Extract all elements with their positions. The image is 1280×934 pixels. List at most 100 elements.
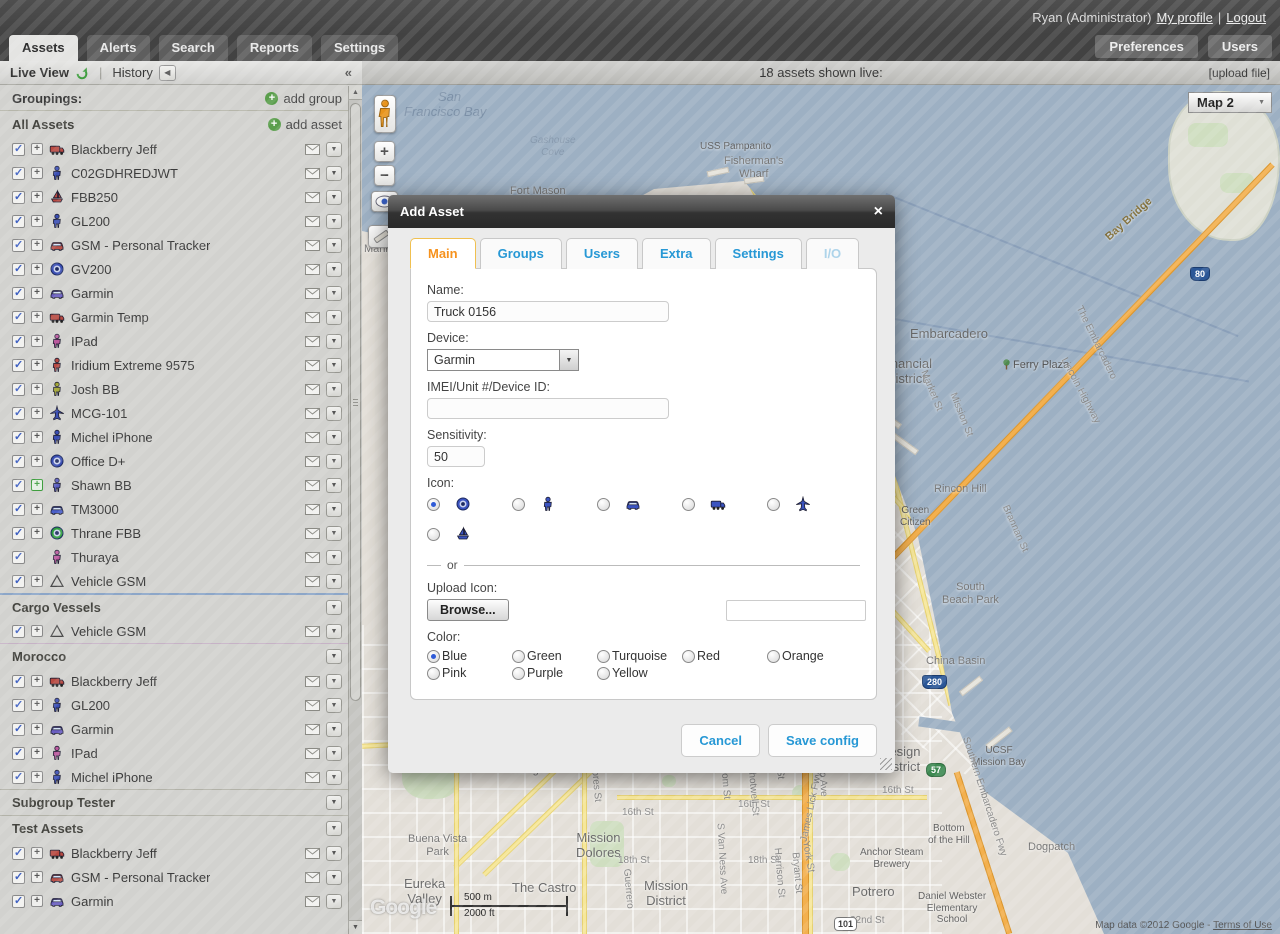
imei-field[interactable] xyxy=(427,398,669,419)
asset-checkbox[interactable] xyxy=(12,431,25,444)
asset-name[interactable]: Garmin Temp xyxy=(71,310,149,325)
asset-checkbox[interactable] xyxy=(12,479,25,492)
asset-name[interactable]: Vehicle GSM xyxy=(71,574,146,589)
asset-name[interactable]: Iridium Extreme 9575 xyxy=(71,358,195,373)
mail-icon[interactable] xyxy=(305,192,320,203)
asset-checkbox[interactable] xyxy=(12,455,25,468)
asset-checkbox[interactable] xyxy=(12,551,25,564)
color-radio-turquoise[interactable] xyxy=(597,650,610,663)
nav-tab-assets[interactable]: Assets xyxy=(9,35,78,61)
mail-icon[interactable] xyxy=(305,240,320,251)
expand-asset-button[interactable]: + xyxy=(31,575,43,587)
sidebar-collapse-button[interactable]: « xyxy=(341,65,356,80)
expand-asset-button[interactable]: + xyxy=(31,359,43,371)
expand-asset-button[interactable]: + xyxy=(31,625,43,637)
mail-icon[interactable] xyxy=(305,848,320,859)
expand-asset-button[interactable]: + xyxy=(31,335,43,347)
asset-checkbox[interactable] xyxy=(12,311,25,324)
asset-name[interactable]: Office D+ xyxy=(71,454,125,469)
mail-icon[interactable] xyxy=(305,724,320,735)
color-radio-green[interactable] xyxy=(512,650,525,663)
upload-icon-field[interactable] xyxy=(726,600,866,621)
icon-radio-person[interactable] xyxy=(512,498,525,511)
expand-asset-button[interactable]: + xyxy=(31,287,43,299)
mail-icon[interactable] xyxy=(305,336,320,347)
mail-icon[interactable] xyxy=(305,312,320,323)
expand-asset-button[interactable]: + xyxy=(31,527,43,539)
asset-checkbox[interactable] xyxy=(12,575,25,588)
icon-radio-plane[interactable] xyxy=(767,498,780,511)
asset-name[interactable]: Garmin xyxy=(71,894,114,909)
nav-tab-reports[interactable]: Reports xyxy=(237,35,312,61)
asset-dropdown-button[interactable]: ▼ xyxy=(326,358,342,373)
sidebar-scrollbar[interactable]: ▲ ▼ xyxy=(348,86,362,934)
asset-checkbox[interactable] xyxy=(12,215,25,228)
asset-dropdown-button[interactable]: ▼ xyxy=(326,430,342,445)
mail-icon[interactable] xyxy=(305,288,320,299)
asset-checkbox[interactable] xyxy=(12,359,25,372)
expand-asset-button[interactable]: + xyxy=(31,383,43,395)
add-group-link[interactable]: + add group xyxy=(265,91,342,106)
asset-dropdown-button[interactable]: ▼ xyxy=(326,846,342,861)
scroll-down-arrow[interactable]: ▼ xyxy=(349,920,362,934)
expand-asset-button[interactable]: + xyxy=(31,167,43,179)
mail-icon[interactable] xyxy=(305,144,320,155)
asset-checkbox[interactable] xyxy=(12,503,25,516)
asset-checkbox[interactable] xyxy=(12,699,25,712)
asset-dropdown-button[interactable]: ▼ xyxy=(326,142,342,157)
asset-checkbox[interactable] xyxy=(12,239,25,252)
asset-dropdown-button[interactable]: ▼ xyxy=(326,574,342,589)
dialog-resize-handle[interactable] xyxy=(880,758,892,770)
expand-asset-button[interactable]: + xyxy=(31,431,43,443)
asset-dropdown-button[interactable]: ▼ xyxy=(326,526,342,541)
asset-checkbox[interactable] xyxy=(12,287,25,300)
asset-name[interactable]: C02GDHREDJWT xyxy=(71,166,178,181)
asset-dropdown-button[interactable]: ▼ xyxy=(326,382,342,397)
asset-name[interactable]: Michel iPhone xyxy=(71,770,153,785)
asset-checkbox[interactable] xyxy=(12,191,25,204)
asset-dropdown-button[interactable]: ▼ xyxy=(326,478,342,493)
sensitivity-field[interactable] xyxy=(427,446,485,467)
mail-icon[interactable] xyxy=(305,748,320,759)
asset-name[interactable]: IPad xyxy=(71,746,98,761)
asset-dropdown-button[interactable]: ▼ xyxy=(326,502,342,517)
mail-icon[interactable] xyxy=(305,896,320,907)
expand-asset-button[interactable]: + xyxy=(31,215,43,227)
icon-radio-circle[interactable] xyxy=(427,498,440,511)
asset-checkbox[interactable] xyxy=(12,167,25,180)
mail-icon[interactable] xyxy=(305,168,320,179)
asset-dropdown-button[interactable]: ▼ xyxy=(326,870,342,885)
group-dropdown-button[interactable]: ▼ xyxy=(326,649,342,664)
tab-groups[interactable]: Groups xyxy=(480,238,562,269)
asset-dropdown-button[interactable]: ▼ xyxy=(326,238,342,253)
asset-dropdown-button[interactable]: ▼ xyxy=(326,214,342,229)
asset-dropdown-button[interactable]: ▼ xyxy=(326,894,342,909)
scroll-thumb[interactable] xyxy=(350,103,361,701)
asset-checkbox[interactable] xyxy=(12,895,25,908)
asset-checkbox[interactable] xyxy=(12,383,25,396)
street-view-pegman[interactable] xyxy=(374,95,396,133)
asset-name[interactable]: IPad xyxy=(71,334,98,349)
expand-asset-button[interactable]: + xyxy=(31,239,43,251)
map-type-selector[interactable]: Map 2▼ xyxy=(1188,92,1272,113)
tab-extra[interactable]: Extra xyxy=(642,238,711,269)
asset-name[interactable]: GSM - Personal Tracker xyxy=(71,870,210,885)
group-dropdown-button[interactable]: ▼ xyxy=(326,821,342,836)
scroll-up-arrow[interactable]: ▲ xyxy=(349,86,362,100)
close-icon[interactable]: × xyxy=(874,204,883,220)
zoom-out-button[interactable]: − xyxy=(374,165,395,186)
icon-radio-boat[interactable] xyxy=(427,528,440,541)
mail-icon[interactable] xyxy=(305,576,320,587)
mail-icon[interactable] xyxy=(305,528,320,539)
nav-tab-alerts[interactable]: Alerts xyxy=(87,35,150,61)
color-radio-orange[interactable] xyxy=(767,650,780,663)
nav-tab-search[interactable]: Search xyxy=(159,35,228,61)
asset-checkbox[interactable] xyxy=(12,625,25,638)
asset-dropdown-button[interactable]: ▼ xyxy=(326,770,342,785)
mail-icon[interactable] xyxy=(305,676,320,687)
asset-name[interactable]: Blackberry Jeff xyxy=(71,142,157,157)
group-dropdown-button[interactable]: ▼ xyxy=(326,600,342,615)
asset-checkbox[interactable] xyxy=(12,335,25,348)
terms-of-use-link[interactable]: Terms of Use xyxy=(1213,920,1272,931)
expand-asset-button[interactable]: + xyxy=(31,191,43,203)
